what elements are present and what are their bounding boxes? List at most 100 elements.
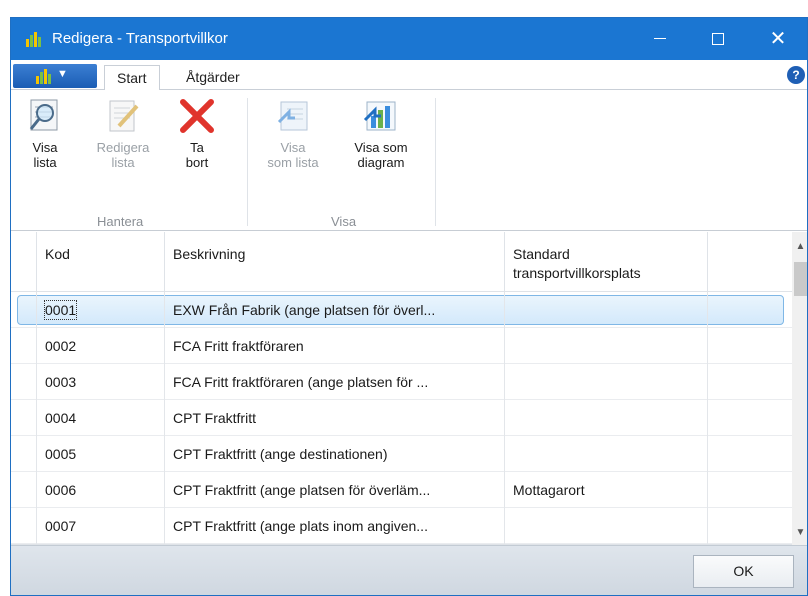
data-grid[interactable]: Kod Beskrivning Standard transportvillko…: [11, 232, 807, 545]
delete-button[interactable]: Ta bort: [175, 96, 219, 170]
help-icon[interactable]: ?: [787, 66, 805, 84]
row-selector-header: [11, 232, 37, 292]
table-row[interactable]: 0006 CPT Fraktfritt (ange platsen för öv…: [11, 472, 792, 508]
maximize-icon: [712, 32, 724, 45]
row-selector[interactable]: [11, 472, 37, 508]
cell-default-location[interactable]: Mottagarort: [505, 472, 708, 508]
cell-description[interactable]: FCA Fritt fraktföraren: [165, 328, 505, 364]
ok-button[interactable]: OK: [693, 555, 794, 588]
cell-code[interactable]: 0004: [37, 400, 165, 436]
tab-start[interactable]: Start: [104, 65, 160, 91]
grid-header: Kod Beskrivning Standard transportvillko…: [11, 232, 792, 292]
tab-actions[interactable]: Åtgärder: [174, 65, 252, 91]
dialog-footer: OK: [11, 545, 807, 595]
row-selector[interactable]: [11, 508, 37, 544]
column-header-description[interactable]: Beskrivning: [165, 232, 505, 292]
cell-code[interactable]: 0005: [37, 436, 165, 472]
cell-description[interactable]: CPT Fraktfritt (ange platsen för överläm…: [165, 472, 505, 508]
cell-description[interactable]: CPT Fraktfritt: [165, 400, 505, 436]
maximize-button[interactable]: [695, 18, 741, 60]
cell-code[interactable]: 0007: [37, 508, 165, 544]
close-icon: ✕: [769, 28, 787, 50]
view-as-list-icon: [277, 101, 308, 131]
column-header-code[interactable]: Kod: [37, 232, 165, 292]
column-header-default-location[interactable]: Standard transportvillkorsplats: [505, 232, 708, 292]
column-header-code-label: Kod: [45, 246, 70, 262]
chevron-down-icon: ▼: [57, 68, 68, 80]
edit-list-label-1: Redigera: [96, 140, 150, 155]
cell-code-text: 0001: [43, 300, 78, 320]
ribbon-group-separator: [247, 98, 248, 226]
cell-code[interactable]: 0003: [37, 364, 165, 400]
ribbon-group-separator: [435, 98, 436, 226]
view-as-chart-label-2: diagram: [357, 155, 405, 170]
delete-label-2: bort: [185, 155, 209, 170]
window-title: Redigera - Transportvillkor: [52, 30, 228, 47]
view-as-chart-label-1: Visa som: [354, 140, 408, 155]
dialog-window: Redigera - Transportvillkor ✕ ▼ Start Åt…: [10, 17, 808, 596]
minimize-button[interactable]: [637, 18, 683, 60]
minimize-icon: [654, 38, 666, 40]
column-header-default-location-label-2: transportvillkorsplats: [513, 265, 641, 281]
cell-code[interactable]: 0001: [37, 292, 165, 328]
ribbon: Visa lista Redigera lista Ta bort Hanter…: [11, 90, 807, 231]
column-header-default-location-label-1: Standard: [513, 246, 570, 262]
view-as-chart-button[interactable]: Visa som diagram: [345, 96, 417, 170]
ribbon-group-label-view: Visa: [331, 214, 357, 229]
grid-rows: 0001 EXW Från Fabrik (ange platsen för ö…: [11, 292, 792, 544]
table-row[interactable]: 0004 CPT Fraktfritt: [11, 400, 792, 436]
cell-description[interactable]: EXW Från Fabrik (ange platsen för överl.…: [165, 292, 505, 328]
application-menu-button[interactable]: ▼: [13, 64, 97, 88]
view-list-icon: [29, 99, 58, 131]
table-row[interactable]: 0005 CPT Fraktfritt (ange destinationen): [11, 436, 792, 472]
cell-empty: [708, 472, 792, 508]
cell-code[interactable]: 0002: [37, 328, 165, 364]
view-as-list-label-1: Visa: [280, 140, 306, 155]
ribbon-group-label-manage: Hantera: [97, 214, 144, 229]
column-header-description-label: Beskrivning: [173, 246, 246, 262]
row-selector[interactable]: [11, 436, 37, 472]
edit-list-label-2: lista: [111, 155, 135, 170]
cell-description[interactable]: FCA Fritt fraktföraren (ange platsen för…: [165, 364, 505, 400]
edit-list-icon: [109, 100, 139, 132]
cell-empty: [708, 436, 792, 472]
scroll-up-icon[interactable]: ▲: [792, 238, 807, 255]
table-row[interactable]: 0002 FCA Fritt fraktföraren: [11, 328, 792, 364]
view-list-label-2: lista: [33, 155, 57, 170]
vertical-scrollbar[interactable]: ▲ ▼: [792, 232, 807, 545]
cell-default-location[interactable]: [505, 364, 708, 400]
row-selector[interactable]: [11, 292, 37, 328]
view-as-chart-icon: [363, 101, 396, 131]
edit-list-button[interactable]: Redigera lista: [93, 96, 153, 170]
row-selector[interactable]: [11, 364, 37, 400]
cell-empty: [708, 364, 792, 400]
cell-default-location[interactable]: [505, 436, 708, 472]
view-as-list-label-2: som lista: [267, 155, 319, 170]
view-as-list-button[interactable]: Visa som lista: [261, 96, 325, 170]
table-row[interactable]: 0003 FCA Fritt fraktföraren (ange platse…: [11, 364, 792, 400]
row-selector[interactable]: [11, 400, 37, 436]
cell-default-location[interactable]: [505, 400, 708, 436]
cell-code[interactable]: 0006: [37, 472, 165, 508]
delete-icon: [180, 99, 214, 133]
table-row[interactable]: 0007 CPT Fraktfritt (ange plats inom ang…: [11, 508, 792, 544]
view-list-button[interactable]: Visa lista: [23, 96, 67, 170]
scroll-down-icon[interactable]: ▼: [792, 524, 807, 541]
cell-empty: [708, 328, 792, 364]
delete-label-1: Ta: [190, 140, 204, 155]
scroll-thumb[interactable]: [794, 262, 807, 296]
title-bar: Redigera - Transportvillkor ✕: [11, 18, 807, 60]
cell-empty: [708, 508, 792, 544]
cell-description[interactable]: CPT Fraktfritt (ange plats inom angiven.…: [165, 508, 505, 544]
cell-default-location[interactable]: [505, 292, 708, 328]
table-row[interactable]: 0001 EXW Från Fabrik (ange platsen för ö…: [11, 292, 792, 328]
view-list-label-1: Visa: [32, 140, 58, 155]
cell-description[interactable]: CPT Fraktfritt (ange destinationen): [165, 436, 505, 472]
row-selector[interactable]: [11, 328, 37, 364]
cell-default-location[interactable]: [505, 508, 708, 544]
cell-empty: [708, 292, 792, 328]
cell-default-location[interactable]: [505, 328, 708, 364]
close-button[interactable]: ✕: [755, 18, 801, 60]
app-logo-icon: [26, 32, 41, 47]
cell-empty: [708, 400, 792, 436]
